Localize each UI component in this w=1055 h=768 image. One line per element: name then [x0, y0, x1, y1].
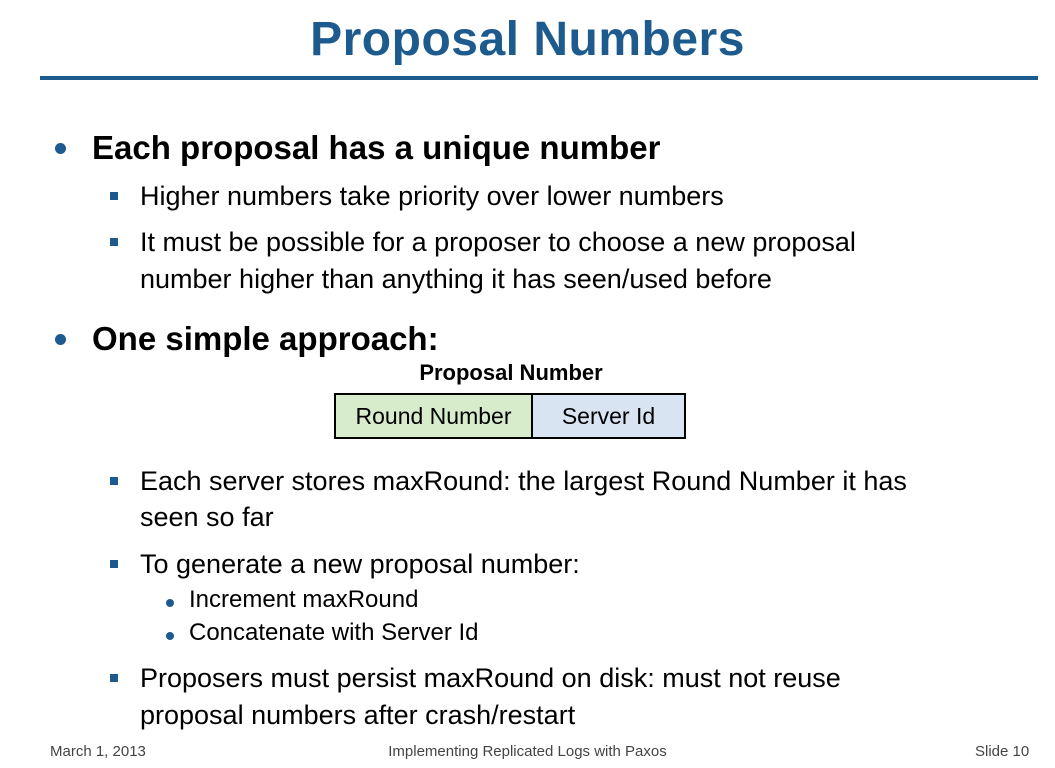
bullet-2-sub-2-item-1: Increment maxRound	[189, 586, 419, 613]
bullet-2-text: One simple approach:	[92, 320, 439, 357]
square-bullet-icon	[110, 674, 118, 682]
square-bullet-icon	[110, 192, 118, 200]
bullet-2-sub-2-item-2: Concatenate with Server Id	[189, 619, 479, 646]
footer-title: Implementing Replicated Logs with Paxos	[388, 743, 667, 760]
diagram-label: Proposal Number	[419, 360, 603, 385]
bullet-2-sub-3-line-1: Proposers must persist maxRound on disk:…	[140, 663, 841, 693]
server-id-cell: Server Id	[533, 395, 684, 437]
bullet-1-sub-2-line-1: It must be possible for a proposer to ch…	[140, 227, 856, 257]
bullet-1-text: Each proposal has a unique number	[92, 129, 661, 166]
slide-number: Slide 10	[975, 743, 1030, 760]
proposal-number-diagram: Round Number Server Id	[334, 393, 686, 439]
bullet-2-sub-3-line-2: proposal numbers after crash/restart	[140, 700, 576, 730]
square-bullet-icon	[110, 477, 118, 485]
bullet-2-sub-2: To generate a new proposal number:	[140, 549, 580, 579]
bullet-dot-icon	[55, 143, 66, 154]
bullet-2-sub-1-line-2: seen so far	[140, 502, 274, 532]
slide-title: Proposal Numbers	[310, 13, 745, 66]
bullet-2-sub-1-line-1: Each server stores maxRound: the largest…	[140, 466, 907, 496]
round-bullet-icon	[166, 599, 174, 607]
bullet-1-sub-2-line-2: number higher than anything it has seen/…	[140, 264, 772, 294]
square-bullet-icon	[110, 560, 118, 568]
slide: Proposal Numbers Each proposal has a uni…	[0, 0, 1055, 768]
title-underline	[40, 76, 1038, 80]
round-number-cell: Round Number	[336, 395, 533, 437]
bullet-1-sub-1: Higher numbers take priority over lower …	[140, 181, 724, 211]
round-bullet-icon	[166, 632, 174, 640]
square-bullet-icon	[110, 238, 118, 246]
bullet-dot-icon	[55, 334, 66, 345]
